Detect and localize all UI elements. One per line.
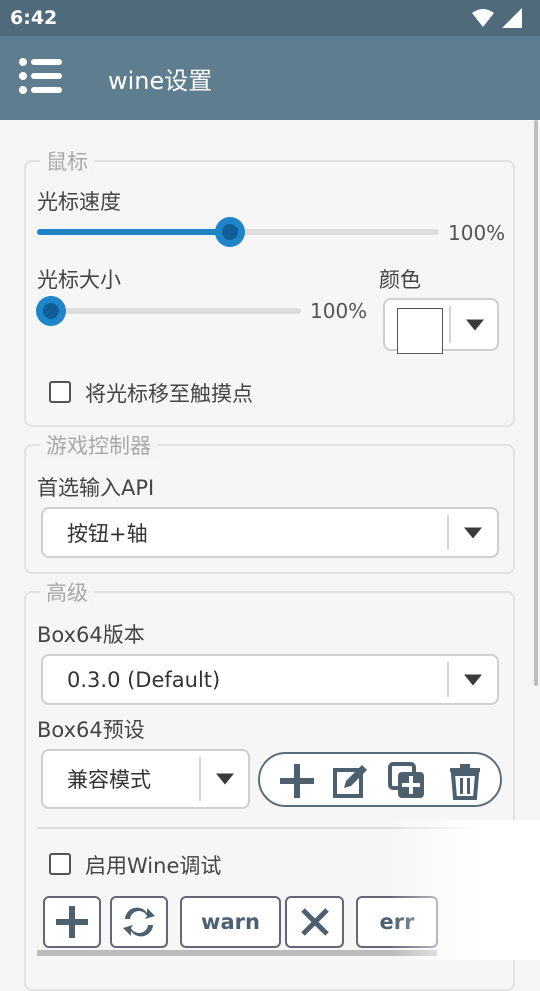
debug-clear-button[interactable] [285, 896, 344, 948]
input-api-separator [447, 515, 449, 550]
color-picker-separator [449, 306, 451, 343]
box64-preset-value: 兼容模式 [67, 768, 151, 792]
warn-button[interactable]: warn [180, 896, 281, 948]
gamepad-legend: 游戏控制器 [40, 430, 157, 460]
cursor-speed-slider[interactable] [37, 217, 439, 247]
box64-preset-label: Box64预设 [37, 718, 145, 742]
input-api-label: 首选输入API [37, 476, 155, 500]
wine-debug-checkbox[interactable] [49, 853, 71, 875]
cursor-speed-label: 光标速度 [37, 190, 121, 214]
debug-toggle-button[interactable] [110, 896, 168, 948]
cursor-size-label: 光标大小 [37, 268, 121, 292]
wine-debug-label: 启用Wine调试 [85, 854, 222, 878]
cursor-size-slider[interactable] [36, 296, 301, 326]
color-swatch [397, 308, 443, 354]
menu-button[interactable] [18, 56, 66, 100]
move-to-touch-label: 将光标移至触摸点 [85, 382, 253, 406]
cursor-size-value: 100% [310, 299, 368, 323]
edge-fade [390, 820, 540, 960]
box64-version-select[interactable]: 0.3.0 (Default) [41, 654, 499, 705]
cursor-size-thumb[interactable] [36, 296, 66, 326]
box64-preset-select[interactable]: 兼容模式 [41, 749, 250, 809]
wifi-icon [472, 9, 494, 27]
color-picker[interactable] [383, 298, 499, 354]
chevron-down-icon [464, 527, 482, 538]
edit-icon[interactable] [332, 762, 370, 800]
box64-version-value: 0.3.0 (Default) [67, 667, 221, 692]
debug-add-button[interactable] [43, 896, 101, 948]
scrollbar[interactable] [534, 120, 538, 686]
delete-icon[interactable] [446, 762, 484, 800]
cursor-speed-value: 100% [448, 221, 506, 245]
chevron-down-icon [216, 773, 234, 785]
color-label: 颜色 [379, 268, 421, 292]
add-icon[interactable] [278, 762, 316, 800]
swap-icon [123, 907, 155, 937]
preset-actions [258, 752, 502, 807]
app-toolbar: wine设置 [0, 36, 540, 120]
advanced-legend: 高级 [40, 577, 94, 607]
chevron-down-icon [464, 674, 482, 685]
box64-version-label: Box64版本 [37, 623, 145, 647]
input-api-value: 按钮+轴 [67, 521, 148, 546]
duplicate-icon[interactable] [388, 762, 426, 800]
chevron-down-icon [466, 319, 484, 330]
input-api-select[interactable]: 按钮+轴 [41, 507, 499, 558]
cursor-speed-fill [37, 229, 230, 235]
signal-icon [502, 8, 522, 28]
add-icon [56, 906, 88, 938]
status-icons [472, 8, 522, 28]
cursor-speed-thumb[interactable] [214, 217, 245, 247]
page-title: wine设置 [108, 67, 213, 95]
list-menu-icon [19, 58, 62, 94]
mouse-legend: 鼠标 [40, 146, 94, 176]
horizontal-scrollbar[interactable] [37, 950, 437, 956]
status-time: 6:42 [10, 7, 58, 29]
box64-preset-separator [199, 757, 201, 801]
move-to-touch-checkbox[interactable] [49, 381, 71, 403]
box64-version-separator [447, 662, 449, 697]
status-bar: 6:42 [0, 0, 540, 36]
close-icon [300, 908, 329, 936]
